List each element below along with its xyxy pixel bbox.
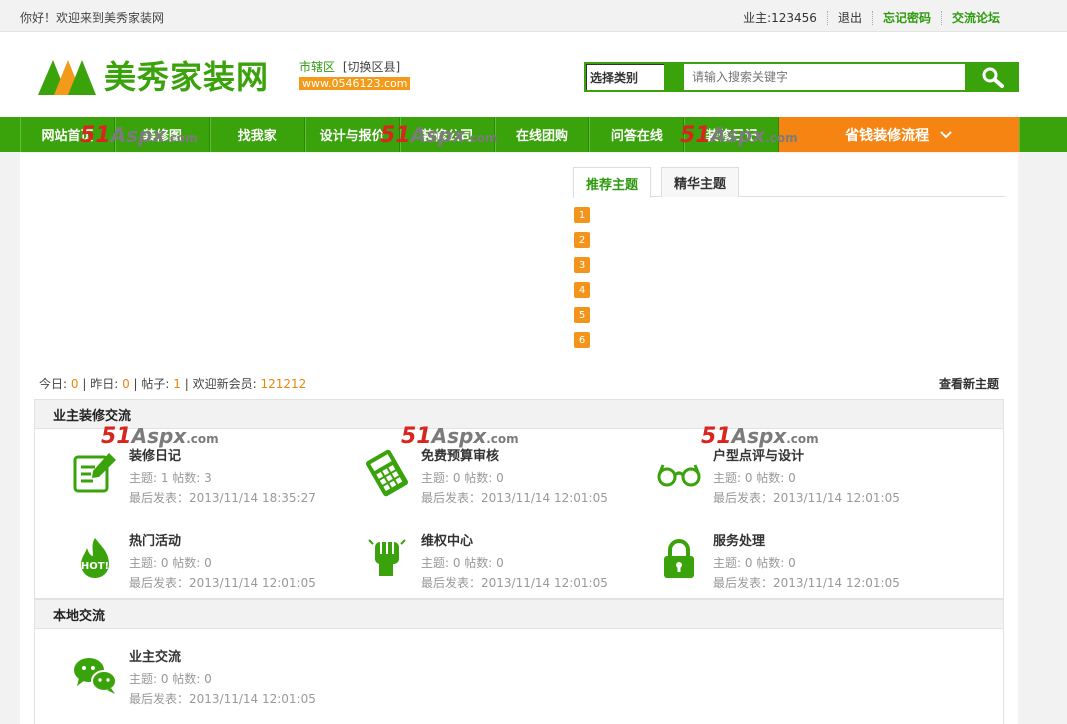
forum-last-post: 最后发表：2013/11/14 18:35:27 bbox=[129, 491, 316, 505]
forum-section: 业主装修交流 装修日记 主题: 1 帖数: 3 最后发表：2013/11/14 … bbox=[34, 399, 1004, 599]
nav-item-qa[interactable]: 问答在线 bbox=[589, 117, 685, 152]
main-nav: 网站首页 装修图 找我家 设计与报价 装修公司 在线团购 问答在线 装修日记 省… bbox=[0, 117, 1067, 152]
topic-tabs: 推荐主题 精华主题 bbox=[573, 167, 1005, 198]
nav-process-label: 省钱装修流程 bbox=[845, 127, 930, 144]
section-title: 本地交流 bbox=[35, 600, 1003, 629]
logout-link[interactable]: 退出 bbox=[828, 11, 872, 25]
fist-icon bbox=[368, 539, 406, 576]
chat-icon bbox=[74, 658, 117, 694]
search-button[interactable] bbox=[967, 62, 1019, 92]
search-input[interactable] bbox=[664, 62, 967, 92]
hot-fire-icon: HOT! bbox=[81, 538, 109, 578]
nav-item-process[interactable]: 省钱装修流程 bbox=[779, 117, 1020, 152]
forum-last-post: 最后发表：2013/11/14 12:01:05 bbox=[421, 491, 608, 505]
rank-badge: 4 bbox=[574, 282, 590, 298]
nav-item-groupbuy[interactable]: 在线团购 bbox=[494, 117, 590, 152]
welcome-text: 你好！欢迎来到美秀家装网 bbox=[20, 11, 165, 25]
header: 美秀家装网 市辖区 [切换区县] www.0546123.com 选择类别 bbox=[0, 32, 1067, 117]
forum-stats: 主题: 0 帖数: 0 bbox=[129, 672, 212, 686]
svg-text:HOT!: HOT! bbox=[81, 561, 109, 572]
forum-last-post: 最后发表：2013/11/14 12:01:05 bbox=[713, 491, 900, 505]
lock-icon bbox=[664, 539, 694, 578]
forum-last-post: 最后发表：2013/11/14 12:01:05 bbox=[421, 576, 608, 590]
brand-name: 美秀家装网 bbox=[104, 58, 270, 96]
main-content: 推荐主题 精华主题 1 2 3 4 5 6 今日: 0 | 昨日: 0 | 帖子… bbox=[20, 153, 1018, 724]
forum-stats: 主题: 0 帖数: 0 bbox=[421, 471, 504, 485]
nav-item-design[interactable]: 设计与报价 bbox=[304, 117, 400, 152]
forum-stats: 主题: 0 帖数: 0 bbox=[713, 556, 796, 570]
forum-title[interactable]: 服务处理 bbox=[713, 530, 765, 549]
today-count: 0 bbox=[70, 377, 79, 391]
nav-item-company[interactable]: 装修公司 bbox=[399, 117, 495, 152]
username: 业主:123456 bbox=[743, 11, 817, 25]
nav-item-gallery[interactable]: 装修图 bbox=[114, 117, 210, 152]
forum-last-post: 最后发表：2013/11/14 12:01:05 bbox=[713, 576, 900, 590]
forum-title[interactable]: 免费预算审核 bbox=[421, 445, 499, 464]
forum-section: 本地交流 业主交流 主题: 0 帖数: 0 最后发表：2013/11/14 12… bbox=[34, 599, 1004, 724]
view-new-topics-link[interactable]: 查看新主题 bbox=[939, 375, 999, 392]
section-title: 业主装修交流 bbox=[35, 400, 1003, 429]
yesterday-count: 0 bbox=[122, 377, 130, 391]
forum-stats: 今日: 0 | 昨日: 0 | 帖子: 1 | 欢迎新会员: 121212 bbox=[39, 377, 307, 391]
forum-title[interactable]: 热门活动 bbox=[129, 530, 181, 549]
search-bar: 选择类别 bbox=[584, 62, 1019, 92]
tab-recommended[interactable]: 推荐主题 bbox=[573, 167, 652, 198]
forum-title[interactable]: 业主交流 bbox=[129, 646, 181, 665]
forgot-password-link[interactable]: 忘记密码 bbox=[873, 11, 941, 25]
forum-item[interactable]: HOT! 热门活动 主题: 0 帖数: 0 最后发表：2013/11/14 12… bbox=[71, 530, 361, 600]
forum-last-post: 最后发表：2013/11/14 12:01:05 bbox=[129, 692, 316, 706]
nav-item-find[interactable]: 找我家 bbox=[209, 117, 305, 152]
forum-item[interactable]: 户型点评与设计 主题: 0 帖数: 0 最后发表：2013/11/14 12:0… bbox=[655, 445, 945, 515]
posts-count: 1 bbox=[173, 377, 181, 391]
rank-badge: 2 bbox=[574, 232, 590, 248]
forum-title[interactable]: 户型点评与设计 bbox=[713, 445, 804, 464]
forum-item[interactable]: 免费预算审核 主题: 0 帖数: 0 最后发表：2013/11/14 12:01… bbox=[363, 445, 653, 515]
forum-stats: 主题: 0 帖数: 0 bbox=[129, 556, 212, 570]
region-selector: 市辖区 [切换区县] www.0546123.com bbox=[299, 58, 411, 90]
forum-item[interactable]: 服务处理 主题: 0 帖数: 0 最后发表：2013/11/14 12:01:0… bbox=[655, 530, 945, 600]
nav-item-home[interactable]: 网站首页 bbox=[20, 117, 115, 152]
search-category-select[interactable]: 选择类别 bbox=[584, 62, 664, 92]
tab-featured[interactable]: 精华主题 bbox=[661, 167, 740, 197]
forum-stats: 主题: 1 帖数: 3 bbox=[129, 471, 212, 485]
logo-mark-icon bbox=[38, 60, 96, 95]
current-city: 市辖区 bbox=[299, 60, 336, 74]
nav-tail bbox=[1019, 117, 1067, 152]
forum-link[interactable]: 交流论坛 bbox=[942, 11, 1010, 25]
forum-stats: 主题: 0 帖数: 0 bbox=[421, 556, 504, 570]
user-links: 业主:123456 退出 忘记密码 交流论坛 bbox=[733, 9, 1010, 26]
topic-rank-list: 1 2 3 4 5 6 bbox=[574, 207, 590, 357]
rank-badge: 1 bbox=[574, 207, 590, 223]
rank-badge: 6 bbox=[574, 332, 590, 348]
forum-item[interactable]: 维权中心 主题: 0 帖数: 0 最后发表：2013/11/14 12:01:0… bbox=[363, 530, 653, 600]
new-member[interactable]: 121212 bbox=[260, 377, 306, 391]
forum-item[interactable]: 装修日记 主题: 1 帖数: 3 最后发表：2013/11/14 18:35:2… bbox=[71, 445, 361, 515]
forum-title[interactable]: 装修日记 bbox=[129, 445, 181, 464]
site-logo[interactable]: 美秀家装网 bbox=[38, 52, 269, 98]
glasses-icon bbox=[657, 464, 701, 487]
forum-stats: 主题: 0 帖数: 0 bbox=[713, 471, 796, 485]
rank-badge: 3 bbox=[574, 257, 590, 273]
calculator-icon bbox=[365, 449, 409, 497]
nav-item-diary[interactable]: 装修日记 bbox=[684, 117, 780, 152]
forum-last-post: 最后发表：2013/11/14 12:01:05 bbox=[129, 576, 316, 590]
switch-region-link[interactable]: [切换区县] bbox=[343, 60, 400, 74]
chevron-down-icon bbox=[940, 130, 952, 138]
forum-item[interactable]: 业主交流 主题: 0 帖数: 0 最后发表：2013/11/14 12:01:0… bbox=[71, 646, 361, 716]
diary-icon bbox=[73, 453, 116, 493]
forum-title[interactable]: 维权中心 bbox=[421, 530, 473, 549]
search-icon bbox=[982, 67, 1004, 88]
site-url: www.0546123.com bbox=[299, 77, 411, 90]
top-bar: 你好！欢迎来到美秀家装网 业主:123456 退出 忘记密码 交流论坛 bbox=[0, 0, 1067, 32]
rank-badge: 5 bbox=[574, 307, 590, 323]
